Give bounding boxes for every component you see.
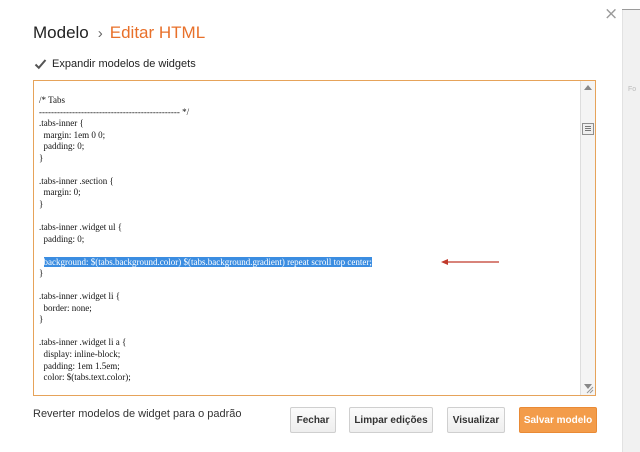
code-line: .tabs-inner .widget li a { [39, 337, 127, 348]
html-code-editor[interactable]: /* Tabs ---------------------------------… [33, 80, 596, 396]
breadcrumb-parent[interactable]: Modelo [33, 23, 89, 42]
code-line: border: none; [39, 302, 92, 313]
scrollbar-thumb[interactable] [582, 123, 594, 135]
annotation-arrow-icon [441, 259, 499, 265]
vertical-scrollbar[interactable] [580, 81, 595, 395]
save-template-button[interactable]: Salvar modelo [519, 407, 597, 433]
checkmark-icon[interactable] [34, 58, 47, 70]
code-line: .tabs-inner { [39, 118, 84, 129]
code-line: /* Tabs [39, 95, 65, 105]
page-title: Modelo › Editar HTML [33, 23, 205, 43]
code-line: ----------------------------------------… [39, 106, 190, 117]
resize-grip-icon[interactable] [586, 386, 594, 394]
breadcrumb-separator: › [97, 25, 103, 42]
background-side-label: Fo [628, 86, 637, 93]
close-icon[interactable]: × [604, 6, 618, 23]
expand-widgets-label: Expandir modelos de widgets [52, 58, 196, 70]
code-lines: /* Tabs ---------------------------------… [34, 81, 581, 384]
code-line: padding: 1em 1.5em; [39, 360, 120, 371]
revert-widget-templates-link[interactable]: Reverter modelos de widget para o padrão [33, 408, 242, 420]
code-line: } [39, 268, 44, 279]
preview-button[interactable]: Visualizar [447, 407, 505, 433]
scroll-up-icon[interactable] [584, 85, 592, 90]
code-line: } [39, 314, 44, 325]
close-button[interactable]: Fechar [290, 407, 336, 433]
code-line: color: $(tabs.text.color); [39, 372, 131, 383]
code-line: .tabs-inner .widget ul { [39, 222, 123, 233]
breadcrumb-current: Editar HTML [109, 23, 206, 42]
clear-edits-button[interactable]: Limpar edições [349, 407, 433, 433]
code-line: margin: 0; [39, 187, 81, 198]
code-line: .tabs-inner .widget li { [39, 291, 121, 302]
code-line: .tabs-inner .section { [39, 175, 114, 186]
code-line: } [39, 152, 44, 163]
code-line: } [39, 198, 44, 209]
background-page-strip [622, 0, 640, 452]
code-text-area[interactable]: /* Tabs ---------------------------------… [34, 81, 581, 395]
code-line: display: inline-block; [39, 349, 121, 360]
code-line: padding: 0; [39, 233, 85, 244]
expand-widgets-option[interactable]: Expandir modelos de widgets [34, 58, 196, 70]
code-line: margin: 1em 0 0; [39, 129, 106, 140]
code-line: padding: 0; [39, 141, 85, 152]
edit-html-dialog: × Modelo › Editar HTML Expandir modelos de… [0, 0, 622, 452]
